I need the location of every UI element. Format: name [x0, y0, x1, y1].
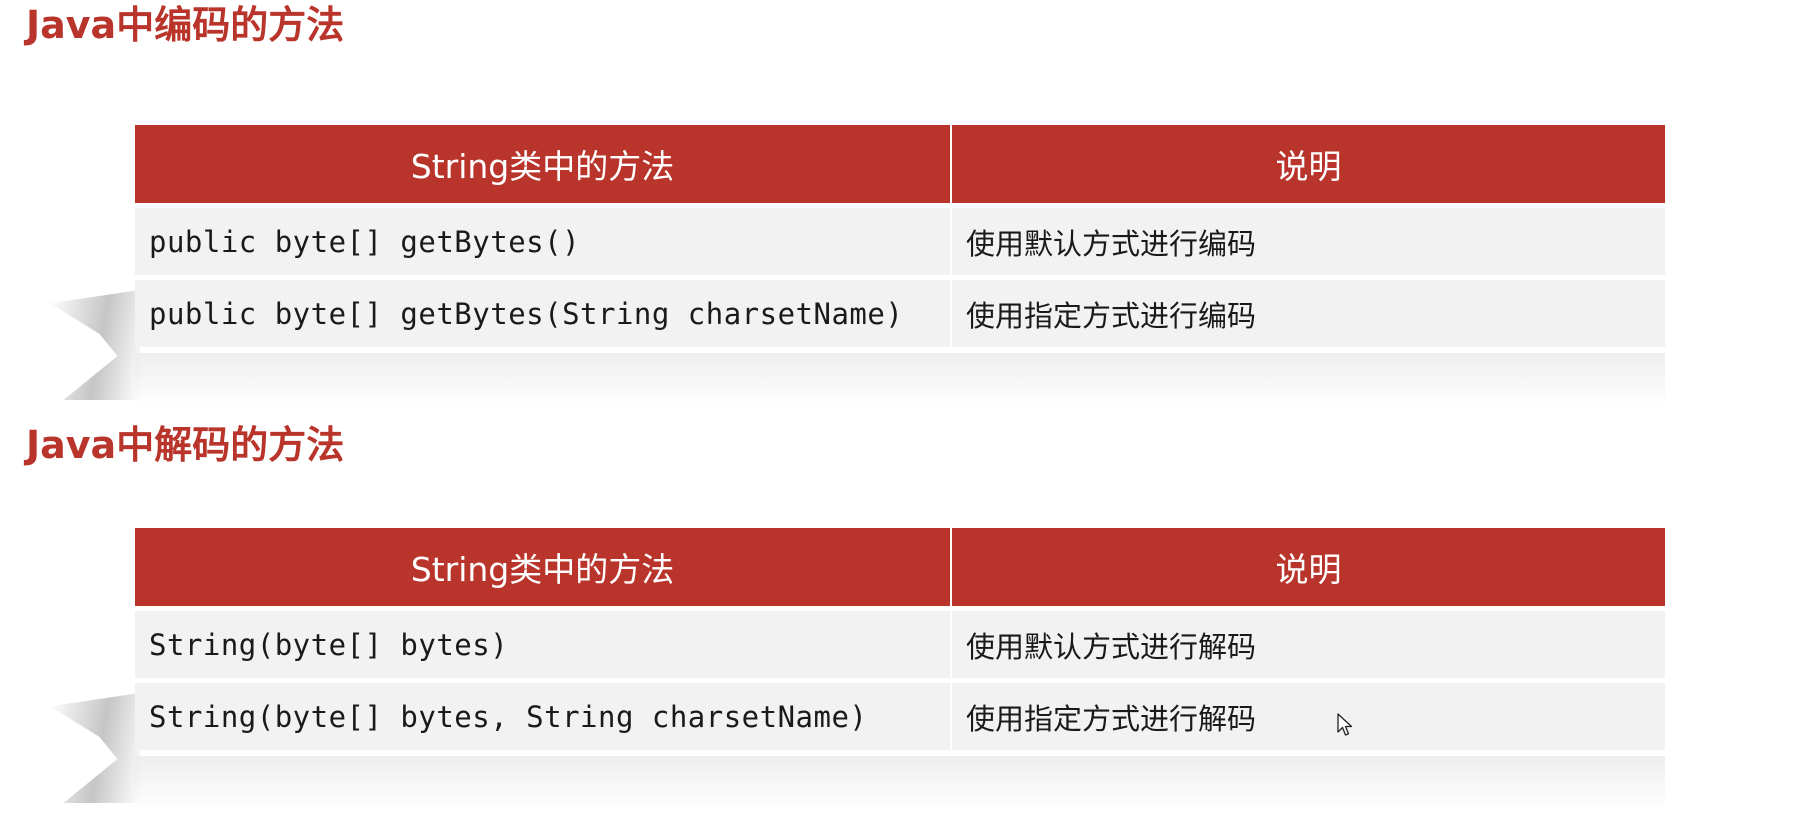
encode-methods-table: String类中的方法 说明 public byte[] getBytes() … — [135, 125, 1665, 347]
table-row: String(byte[] bytes, String charsetName)… — [135, 678, 1665, 750]
method-signature: String(byte[] bytes, String charsetName) — [135, 678, 952, 750]
decode-methods-table: String类中的方法 说明 String(byte[] bytes) 使用默认… — [135, 528, 1665, 750]
method-signature: public byte[] getBytes(String charsetNam… — [135, 275, 952, 347]
table-reflection — [135, 353, 1665, 408]
decorative-shadow — [50, 693, 140, 803]
encode-section-title: Java中编码的方法 — [26, 3, 345, 47]
encode-methods-table-wrapper: String类中的方法 说明 public byte[] getBytes() … — [50, 125, 1665, 408]
column-header-method: String类中的方法 — [135, 125, 952, 203]
column-header-description: 说明 — [952, 125, 1665, 203]
table-row: public byte[] getBytes(String charsetNam… — [135, 275, 1665, 347]
method-signature: String(byte[] bytes) — [135, 606, 952, 678]
decode-methods-table-wrapper: String类中的方法 说明 String(byte[] bytes) 使用默认… — [50, 528, 1665, 811]
decorative-shadow — [50, 290, 140, 400]
decode-section-title: Java中解码的方法 — [26, 423, 345, 467]
mouse-pointer-icon — [1337, 713, 1353, 736]
column-header-method: String类中的方法 — [135, 528, 952, 606]
table-row: public byte[] getBytes() 使用默认方式进行编码 — [135, 203, 1665, 275]
method-description: 使用指定方式进行解码 — [952, 678, 1665, 750]
method-description: 使用默认方式进行解码 — [952, 606, 1665, 678]
table-header-row: String类中的方法 说明 — [135, 528, 1665, 606]
table-header-row: String类中的方法 说明 — [135, 125, 1665, 203]
method-description: 使用默认方式进行编码 — [952, 203, 1665, 275]
column-header-description: 说明 — [952, 528, 1665, 606]
method-signature: public byte[] getBytes() — [135, 203, 952, 275]
table-reflection — [135, 756, 1665, 811]
table-row: String(byte[] bytes) 使用默认方式进行解码 — [135, 606, 1665, 678]
method-description: 使用指定方式进行编码 — [952, 275, 1665, 347]
